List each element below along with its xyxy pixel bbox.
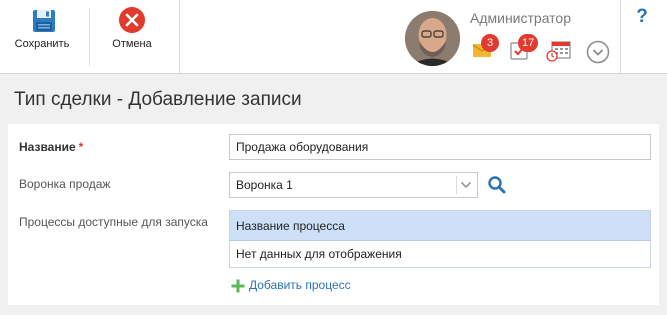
funnel-field-label: Воронка продаж [19,177,111,191]
processes-field-label: Процессы доступные для запуска [19,215,208,229]
required-mark: * [78,140,84,154]
name-label-text: Название [19,140,76,154]
cancel-button-label: Отмена [112,38,152,50]
help-button[interactable]: ? [633,6,651,28]
select-divider [456,176,457,194]
search-icon[interactable] [487,175,507,195]
tasks-count-badge: 17 [518,34,539,52]
page-title: Тип сделки - Добавление записи [14,89,302,110]
plus-icon [231,279,245,293]
cancel-x-icon [119,7,145,33]
funnel-select[interactable]: Воронка 1 [229,172,478,198]
avatar-image [405,11,460,66]
processes-grid: Название процесса Нет данных для отображ… [229,210,651,268]
add-process-button[interactable]: Добавить процесс [231,278,351,293]
user-avatar[interactable] [405,11,460,66]
user-name[interactable]: Администратор [470,10,571,26]
user-menu-button[interactable] [586,40,610,69]
chevron-down-circle-icon [586,40,610,64]
toolbar-separator [89,8,90,66]
add-process-label: Добавить процесс [249,278,351,292]
grid-empty-message: Нет данных для отображения [236,247,402,261]
toolbar-divider-right [620,0,621,73]
floppy-save-icon [33,10,55,32]
cancel-button[interactable]: Отмена [100,0,164,73]
save-button-label: Сохранить [14,38,70,50]
chevron-down-icon[interactable] [460,180,472,190]
name-field-label: Название * [19,140,83,154]
name-input[interactable]: Продажа оборудования [229,134,651,160]
calendar-icon [546,41,571,62]
grid-column-header[interactable]: Название процесса [230,211,650,241]
toolbar-divider [179,0,180,73]
calendar-button[interactable] [546,40,572,67]
save-button[interactable]: Сохранить [6,0,78,73]
top-toolbar: Сохранить Отмена Администратор 3 17 ? [0,0,667,74]
mail-count-badge: 3 [481,34,499,52]
